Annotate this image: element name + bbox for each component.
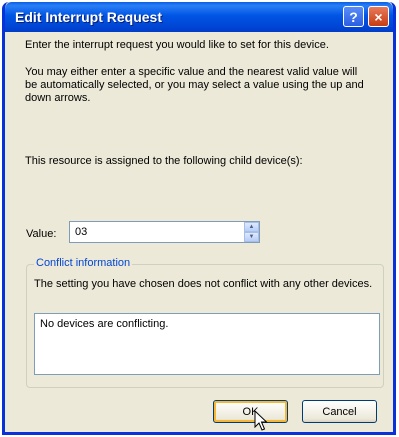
assignment-text: This resource is assigned to the followi… [25, 155, 303, 167]
spin-down-button[interactable]: ▼ [244, 232, 259, 242]
edit-interrupt-request-dialog: Edit Interrupt Request ? × Enter the int… [2, 2, 396, 435]
value-input[interactable]: 03 [69, 221, 260, 243]
spin-up-button[interactable]: ▲ [244, 222, 259, 232]
conflict-list-text: No devices are conflicting. [40, 318, 169, 330]
help-icon: ? [349, 8, 358, 25]
arrow-up-icon: ▲ [248, 224, 255, 230]
cancel-button[interactable]: Cancel [302, 400, 377, 423]
mouse-pointer-icon [254, 410, 268, 431]
close-icon: × [374, 8, 383, 25]
arrow-down-icon: ▼ [248, 234, 255, 240]
ok-button[interactable]: OK [213, 400, 288, 423]
close-button[interactable]: × [368, 6, 389, 27]
conflict-list-box[interactable]: No devices are conflicting. [34, 313, 380, 375]
cancel-button-label: Cancel [322, 405, 357, 418]
title-bar[interactable]: Edit Interrupt Request ? × [5, 2, 393, 32]
conflict-information-group: Conflict information The setting you hav… [26, 257, 384, 388]
conflict-group-legend: Conflict information [34, 257, 133, 269]
window-title: Edit Interrupt Request [15, 9, 163, 25]
instructions-text: You may either enter a specific value an… [25, 66, 364, 104]
intro-text: Enter the interrupt request you would li… [25, 39, 329, 51]
value-label: Value: [26, 228, 57, 240]
value-spinner: ▲ ▼ [244, 222, 259, 242]
help-button[interactable]: ? [343, 6, 364, 27]
conflict-description: The setting you have chosen does not con… [34, 278, 373, 290]
